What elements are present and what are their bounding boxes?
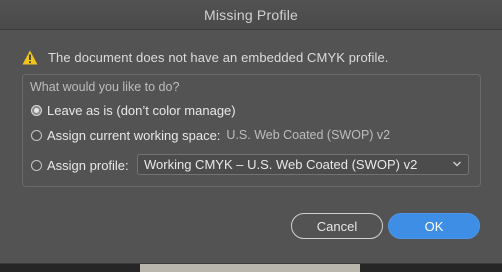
assign-working-space-label: Assign current working space: — [47, 127, 221, 143]
chevron-down-icon — [453, 161, 461, 167]
working-space-value: U.S. Web Coated (SWOP) v2 — [226, 128, 391, 142]
option-leave-as-is[interactable]: Leave as is (don’t color manage) — [31, 101, 236, 119]
assign-working-space-radio[interactable] — [31, 129, 42, 141]
assign-profile-radio[interactable] — [31, 159, 42, 171]
ok-button[interactable]: OK — [388, 213, 480, 239]
option-assign-profile[interactable]: Assign profile: — [31, 156, 129, 174]
options-group-label: What would you like to do? — [30, 80, 180, 94]
assign-profile-label: Assign profile: — [47, 157, 129, 173]
warning-message-row: The document does not have an embedded C… — [22, 47, 389, 67]
profile-select[interactable]: Working CMYK – U.S. Web Coated (SWOP) v2 — [137, 154, 469, 175]
dialog-title: Missing Profile — [203, 7, 299, 23]
leave-as-is-radio[interactable] — [31, 104, 42, 116]
option-assign-working-space[interactable]: Assign current working space: U.S. Web C… — [31, 126, 390, 144]
cancel-button[interactable]: Cancel — [291, 213, 383, 239]
profile-select-value: Working CMYK – U.S. Web Coated (SWOP) v2 — [144, 157, 418, 172]
warning-message: The document does not have an embedded C… — [48, 49, 389, 65]
missing-profile-dialog: Missing Profile The document does not ha… — [0, 0, 502, 264]
leave-as-is-label: Leave as is (don’t color manage) — [47, 102, 236, 118]
dialog-titlebar: Missing Profile — [0, 0, 502, 30]
warning-triangle-icon — [22, 50, 38, 64]
